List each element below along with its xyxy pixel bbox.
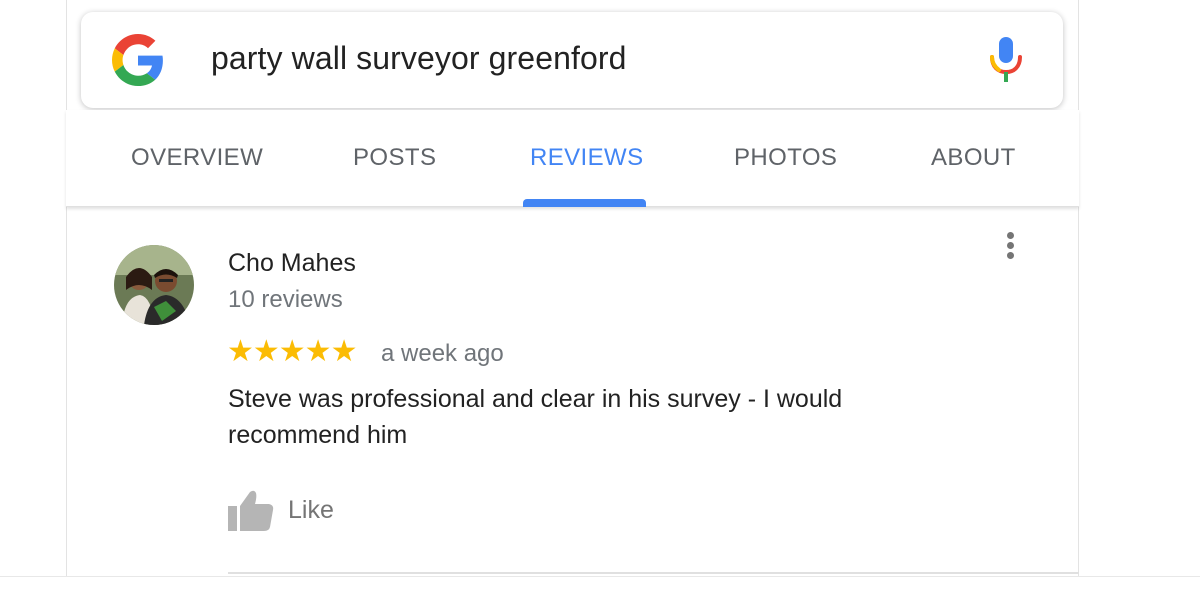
search-input[interactable]: party wall surveyor greenford bbox=[211, 40, 627, 77]
microphone-icon[interactable] bbox=[988, 37, 1024, 83]
like-label: Like bbox=[288, 495, 334, 524]
thumbs-up-icon bbox=[228, 490, 274, 531]
tab-reviews[interactable]: REVIEWS bbox=[530, 144, 643, 172]
star-rating: ★★★★★ bbox=[227, 335, 357, 368]
active-tab-indicator bbox=[523, 199, 646, 207]
tab-bar: OVERVIEW POSTS REVIEWS PHOTOS ABOUT bbox=[66, 110, 1079, 207]
divider bbox=[228, 572, 1079, 574]
avatar[interactable] bbox=[114, 245, 194, 325]
like-button[interactable]: Like bbox=[228, 488, 358, 532]
google-g-icon bbox=[112, 34, 163, 86]
tab-overview[interactable]: OVERVIEW bbox=[131, 144, 263, 172]
tab-posts[interactable]: POSTS bbox=[353, 144, 436, 172]
reviewer-review-count: 10 reviews bbox=[228, 286, 343, 313]
reviewer-name[interactable]: Cho Mahes bbox=[228, 249, 356, 278]
bottom-strip bbox=[0, 576, 1200, 592]
more-options-icon[interactable] bbox=[1000, 232, 1020, 264]
review-text: Steve was professional and clear in his … bbox=[228, 385, 843, 449]
search-box[interactable]: party wall surveyor greenford bbox=[81, 12, 1063, 108]
page: party wall surveyor greenford OVERVIEW P… bbox=[0, 0, 1200, 592]
tab-about[interactable]: ABOUT bbox=[931, 144, 1016, 172]
tab-photos[interactable]: PHOTOS bbox=[734, 144, 837, 172]
review-date: a week ago bbox=[381, 340, 504, 367]
